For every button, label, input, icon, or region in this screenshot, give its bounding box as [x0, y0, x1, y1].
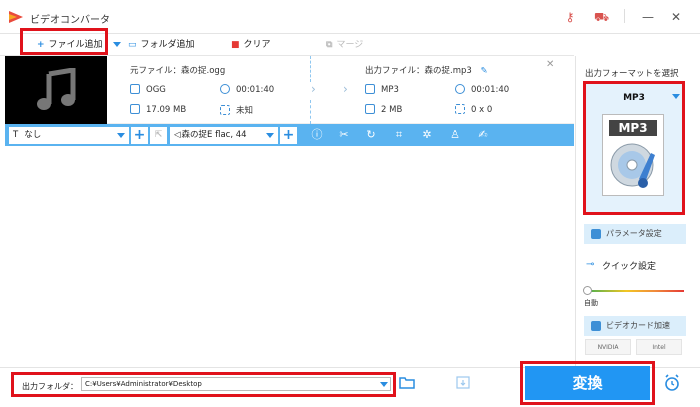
- output-format: MP3: [365, 84, 399, 95]
- app-logo-icon: [9, 11, 23, 23]
- folder-icon: [130, 104, 140, 114]
- mp3-format-icon: MP3: [602, 114, 664, 196]
- intel-badge: Intel: [636, 339, 682, 355]
- source-file-name: 森の捉.ogg: [181, 66, 226, 76]
- quality-slider-track[interactable]: [588, 290, 684, 292]
- info-icon[interactable]: ⓘ: [309, 127, 325, 143]
- effects-wand-icon[interactable]: ✲: [419, 127, 435, 143]
- folder-icon: ▭: [128, 40, 137, 50]
- quick-settings-label: クイック設定: [602, 262, 657, 272]
- trash-icon: ■: [231, 40, 240, 50]
- add-file-highlight: [20, 28, 108, 55]
- output-folder-field[interactable]: C:¥Users¥Administrator¥Desktop: [81, 377, 391, 391]
- scissors-icon[interactable]: ✂: [336, 127, 352, 143]
- gpu-acceleration-button[interactable]: ビデオカード加速: [584, 316, 686, 336]
- audio-track-select[interactable]: ◁森の捉E flac, 44: [170, 127, 278, 144]
- clock-icon: [455, 84, 465, 94]
- output-duration: 00:01:40: [455, 84, 509, 95]
- output-format-title: 出力フォーマットを選択: [585, 69, 679, 79]
- chevron-down-icon[interactable]: [380, 382, 388, 387]
- add-folder-button[interactable]: ▭ フォルダ追加: [128, 34, 195, 56]
- output-resolution: 0 x 0: [455, 104, 492, 115]
- format-icon: [365, 84, 375, 94]
- add-file-dropdown-icon[interactable]: [113, 42, 121, 47]
- merge-label: マージ: [336, 40, 364, 50]
- divider-bottom: [310, 100, 311, 124]
- key-icon[interactable]: ⚷: [563, 10, 577, 24]
- chevron-down-icon: [266, 133, 274, 138]
- output-folder-label: 出力フォルダ：: [22, 382, 78, 391]
- format-icon: [130, 84, 140, 94]
- output-file-label: 出力ファイル：: [365, 66, 425, 76]
- separator: [624, 9, 625, 23]
- add-subtitle-button[interactable]: +: [131, 127, 148, 144]
- music-note-icon: [37, 68, 76, 110]
- text-icon: T: [13, 130, 19, 140]
- merge-icon: ⧉: [326, 40, 333, 50]
- disc-icon: [610, 143, 655, 188]
- rotate-icon[interactable]: ↻: [363, 127, 379, 143]
- source-file-label: 元ファイル：: [130, 66, 182, 76]
- open-folder-icon[interactable]: [399, 376, 415, 389]
- chevron-down-icon: [672, 94, 680, 99]
- source-file-line: 元ファイル：森の捉.ogg: [130, 64, 225, 76]
- export-subtitle-icon[interactable]: ⇱: [150, 127, 167, 144]
- clear-label: クリア: [243, 40, 271, 50]
- divider-top: [310, 56, 311, 82]
- chevron-right-icon: ›: [343, 82, 348, 96]
- action-bar: T なし + ⇱ ◁森の捉E flac, 44 + ⓘ ✂ ↻ ⌗ ✲ ♙ ✍: [5, 124, 574, 146]
- source-size: 17.09 MB: [130, 104, 186, 115]
- add-folder-label: フォルダ追加: [140, 40, 195, 50]
- output-folder-open-icon[interactable]: [456, 376, 470, 389]
- file-thumbnail: [5, 56, 107, 124]
- crop-icon[interactable]: ⌗: [391, 127, 407, 143]
- quality-slider-handle[interactable]: [583, 286, 592, 295]
- watermark-stamp-icon[interactable]: ♙: [447, 127, 463, 143]
- add-audio-button[interactable]: +: [280, 127, 297, 144]
- folder-icon: [365, 104, 375, 114]
- cart-icon[interactable]: ⛟: [594, 10, 609, 24]
- right-panel: 出力フォーマットを選択 MP3 MP3 パラメータ設定 ⊸ クイック設定 自動 …: [575, 56, 700, 367]
- resolution-icon: [455, 104, 465, 114]
- resolution-icon: [220, 105, 230, 115]
- subtitle-select[interactable]: T なし: [9, 127, 129, 144]
- output-size: 2 MB: [365, 104, 402, 115]
- clock-icon: [220, 84, 230, 94]
- output-file-name: 森の捉.mp3: [424, 66, 472, 76]
- audio-track-value: 森の捉E flac, 44: [181, 130, 247, 140]
- minimize-icon[interactable]: —: [640, 9, 656, 25]
- merge-button[interactable]: ⧉ マージ: [326, 34, 363, 56]
- file-item[interactable]: 元ファイル：森の捉.ogg OGG 00:01:40 17.09 MB 未知 ›…: [5, 56, 574, 124]
- chevron-right-icon: ›: [311, 82, 316, 96]
- gpu-chip-icon: [591, 321, 601, 331]
- nvidia-badge: NVIDIA: [585, 339, 631, 355]
- remove-file-close-icon[interactable]: ✕: [546, 59, 554, 70]
- format-card-label: MP3: [609, 120, 657, 136]
- clear-button[interactable]: ■ クリア: [231, 34, 271, 56]
- subtitle-value: なし: [24, 130, 42, 140]
- source-format: OGG: [130, 84, 166, 95]
- alarm-clock-icon[interactable]: [663, 374, 681, 392]
- slider-auto-label: 自動: [584, 299, 598, 307]
- quick-settings-icon: ⊸: [586, 259, 595, 270]
- chevron-down-icon: [117, 133, 125, 138]
- sliders-icon: [591, 229, 601, 239]
- subtitle-edit-icon[interactable]: ✍: [475, 127, 491, 143]
- app-title: ビデオコンバータ: [30, 15, 110, 26]
- edit-pencil-icon[interactable]: ✎: [481, 66, 488, 76]
- format-name: MP3: [623, 93, 645, 103]
- source-resolution: 未知: [220, 104, 253, 116]
- speaker-icon: ◁: [174, 130, 181, 140]
- format-selector[interactable]: MP3 MP3: [586, 84, 682, 212]
- convert-button[interactable]: 変換: [525, 366, 650, 400]
- close-icon[interactable]: ✕: [668, 9, 684, 25]
- output-file-line: 出力ファイル：森の捉.mp3 ✎: [365, 64, 488, 76]
- parameter-settings-button[interactable]: パラメータ設定: [584, 224, 686, 244]
- source-duration: 00:01:40: [220, 84, 274, 95]
